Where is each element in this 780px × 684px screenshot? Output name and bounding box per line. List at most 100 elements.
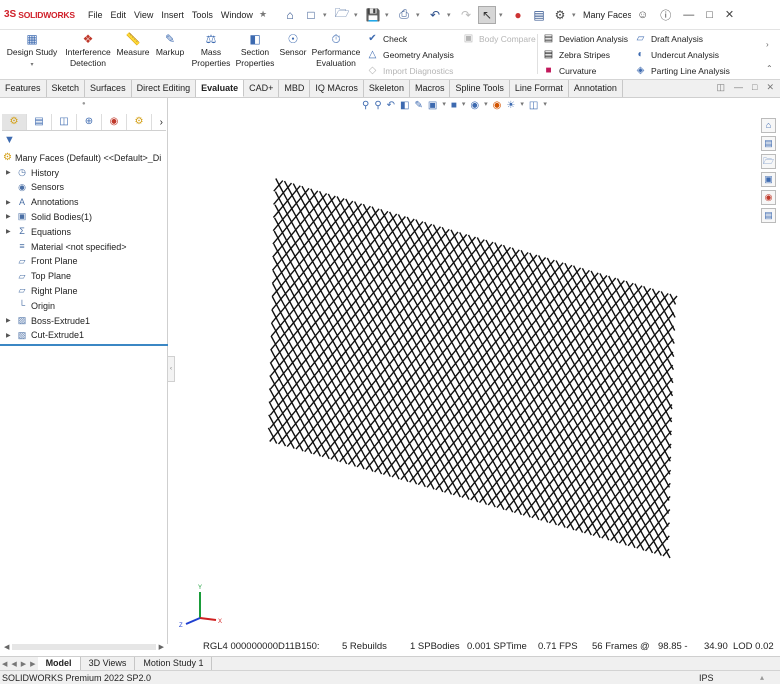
display-style-dropdown-icon[interactable]: ▾ (462, 100, 466, 111)
file-properties-icon[interactable]: ▤ (530, 6, 548, 24)
open-folder-icon[interactable]: 🗁 (333, 6, 351, 24)
user-account-icon[interactable]: ☺ (637, 9, 648, 21)
markup-button[interactable]: ✎ Markup (152, 32, 188, 58)
tab-motion-study-1[interactable]: Motion Study 1 (135, 657, 213, 670)
design-study-dropdown-icon[interactable]: ▾ (30, 62, 33, 68)
print-dropdown-icon[interactable]: ▾ (416, 11, 423, 19)
tab-3d-views[interactable]: 3D Views (81, 657, 136, 670)
expand-arrow-icon[interactable]: ▶ (6, 317, 16, 324)
rollback-bar[interactable] (0, 344, 168, 346)
doc-minimize-icon[interactable]: — (734, 82, 743, 93)
next-tab-icon[interactable]: ▶ (19, 660, 28, 668)
undo-dropdown-icon[interactable]: ▾ (447, 11, 454, 19)
tree-item[interactable]: └ Origin (6, 300, 55, 311)
tree-item[interactable]: ▶ ▨ Boss-Extrude1 (6, 315, 90, 326)
tab-annotation[interactable]: Annotation (569, 80, 623, 97)
close-icon[interactable]: ✕ (725, 8, 734, 21)
prev-tab-icon[interactable]: ◀ (9, 660, 18, 668)
save-dropdown-icon[interactable]: ▾ (385, 11, 392, 19)
redo-icon[interactable]: ↷ (457, 6, 475, 24)
home-icon[interactable]: ⌂ (281, 6, 299, 24)
tab-cad-plus[interactable]: CAD+ (244, 80, 280, 97)
displaymanager-tab-icon[interactable]: ◉ (102, 114, 127, 130)
dimxpertmanager-tab-icon[interactable]: ⊕ (77, 114, 102, 130)
appearances-scenes-icon[interactable]: ◉ (761, 190, 776, 205)
tab-spline-tools[interactable]: Spline Tools (450, 80, 510, 97)
doc-close-icon[interactable]: ✕ (766, 82, 774, 93)
tab-surfaces[interactable]: Surfaces (85, 80, 132, 97)
menu-insert[interactable]: Insert (157, 10, 188, 20)
menu-edit[interactable]: Edit (107, 10, 131, 20)
tab-sketch[interactable]: Sketch (47, 80, 86, 97)
help-icon[interactable]: ⓘ (660, 7, 671, 23)
expand-arrow-icon[interactable]: ▶ (6, 199, 16, 206)
previous-view-icon[interactable]: ↶ (387, 100, 395, 111)
menu-file[interactable]: File (84, 10, 107, 20)
ribbon-scroll-right-icon[interactable]: › (766, 40, 769, 49)
tree-item[interactable]: ▶ ◷ History (6, 167, 59, 178)
tree-item[interactable]: ▶ ▧ Cut-Extrude1 (6, 330, 84, 341)
feature-tree-root[interactable]: ⚙ Many Faces (Default) <<Default>_Di (3, 152, 167, 163)
traffic-light-icon[interactable]: ● (509, 6, 527, 24)
filter-funnel-icon[interactable]: ▼ (4, 134, 15, 146)
tab-macros[interactable]: Macros (410, 80, 451, 97)
expand-arrow-icon[interactable]: ▶ (6, 213, 16, 220)
mass-properties-button[interactable]: ⚖ Mass Properties (190, 32, 232, 69)
doc-restore-icon[interactable]: □ (752, 82, 757, 93)
view-settings-dropdown-icon[interactable]: ▾ (543, 100, 547, 111)
hide-show-icon[interactable]: ◉ (470, 100, 479, 111)
first-tab-icon[interactable]: ◀ (0, 660, 9, 668)
horizontal-scrollbar[interactable]: ◀ ▶ (4, 643, 164, 651)
section-properties-button[interactable]: ◧ Section Properties (234, 32, 276, 69)
panel-grip-icon[interactable]: ● (82, 101, 86, 107)
pin-icon[interactable]: ★ (259, 9, 267, 20)
design-study-button[interactable]: ▦ Design Study ▾ (4, 32, 60, 71)
zebra-stripes-button[interactable]: ▤ Zebra Stripes (542, 49, 610, 61)
expand-arrow-icon[interactable]: ▶ (6, 228, 16, 235)
tree-item[interactable]: ≡ Material <not specified> (6, 241, 126, 252)
expanded-metal-mesh-model[interactable] (170, 115, 690, 565)
measure-button[interactable]: 📏 Measure (114, 32, 152, 58)
interference-detection-button[interactable]: ❖ Interference Detection (62, 32, 114, 69)
performance-evaluation-button[interactable]: ⏱ Performance Evaluation (310, 32, 362, 69)
undo-icon[interactable]: ↶ (426, 6, 444, 24)
tree-item[interactable]: ▱ Top Plane (6, 271, 72, 282)
scroll-track[interactable] (12, 644, 156, 650)
apply-scene-dropdown-icon[interactable]: ▾ (520, 100, 524, 111)
menu-tools[interactable]: Tools (188, 10, 217, 20)
featuremanager-tab-icon[interactable]: ⚙ (2, 114, 27, 130)
apply-scene-icon[interactable]: ☀ (506, 100, 515, 111)
draft-analysis-button[interactable]: ▱ Draft Analysis (634, 33, 703, 45)
camtab-icon[interactable]: ⚙ (127, 114, 152, 130)
last-tab-icon[interactable]: ▶ (28, 660, 37, 668)
design-library-icon[interactable]: ▤ (761, 136, 776, 151)
unit-system[interactable]: IPS (699, 673, 714, 683)
expand-arrow-icon[interactable]: ▶ (6, 332, 16, 339)
scroll-right-icon[interactable]: ▶ (159, 643, 164, 651)
propertymanager-tab-icon[interactable]: ▤ (27, 114, 52, 130)
solidworks-logo[interactable]: 3S SOLIDWORKS (0, 9, 84, 20)
tree-item[interactable]: ▱ Front Plane (6, 256, 78, 267)
body-compare-button[interactable]: ▣ Body Compare (462, 33, 536, 45)
view-orientation-icon[interactable]: ▣ (428, 100, 437, 111)
custom-properties-icon[interactable]: ▤ (761, 208, 776, 223)
options-dropdown-icon[interactable]: ▾ (572, 11, 579, 19)
file-explorer-icon[interactable]: 🗁 (761, 154, 776, 169)
tree-item[interactable]: ◉ Sensors (6, 182, 64, 193)
menu-window[interactable]: Window (217, 10, 257, 20)
tab-evaluate[interactable]: Evaluate (196, 80, 245, 97)
status-dropdown-icon[interactable]: ▴ (760, 673, 764, 682)
menu-view[interactable]: View (130, 10, 157, 20)
zoom-to-area-icon[interactable]: ⚲ (374, 100, 381, 111)
view-orientation-dropdown-icon[interactable]: ▾ (442, 100, 446, 111)
edit-appearance-icon[interactable]: ◉ (493, 100, 502, 111)
section-view-icon[interactable]: ◧ (400, 100, 409, 111)
ribbon-collapse-icon[interactable]: ⌃ (766, 64, 773, 73)
select-dropdown-icon[interactable]: ▾ (499, 11, 506, 19)
open-dropdown-icon[interactable]: ▾ (354, 11, 361, 19)
tab-features[interactable]: Features (0, 80, 47, 97)
options-gear-icon[interactable]: ⚙ (551, 6, 569, 24)
geometry-analysis-button[interactable]: △ Geometry Analysis (366, 49, 454, 61)
tree-item[interactable]: ▶ Σ Equations (6, 226, 71, 237)
tree-item[interactable]: ▶ A Annotations (6, 197, 79, 208)
